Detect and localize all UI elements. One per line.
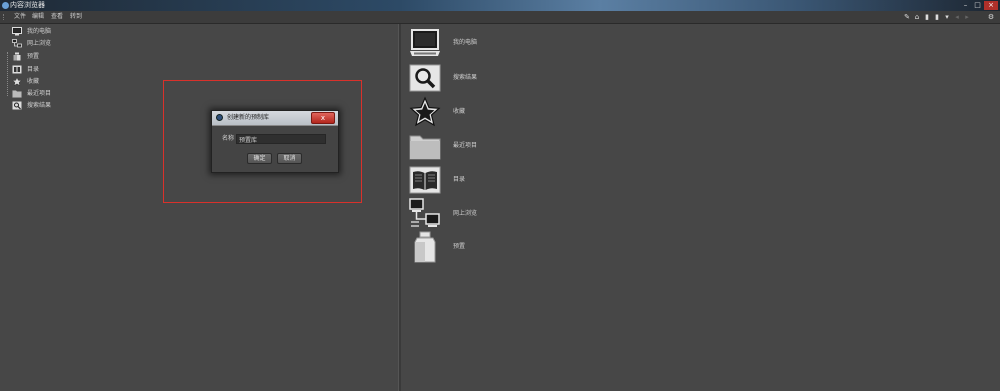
dialog-close-button[interactable]: x [311,112,335,124]
grid-item-presets[interactable]: 预置 [409,231,609,263]
grid-item-network[interactable]: 网上浏览 [409,198,609,230]
name-input[interactable] [236,134,326,144]
network-icon [12,39,22,48]
tree-item-label: 预置 [27,53,40,60]
view-mode-icon[interactable]: ▮ [923,13,931,21]
menu-file[interactable]: 文件 [14,11,26,23]
close-icon[interactable]: × [984,1,998,10]
edit-tool-icon[interactable]: ✎ [903,13,911,21]
grid-item-label: 网上浏览 [453,210,478,217]
back-icon[interactable]: ◂ [953,13,961,21]
menu-edit[interactable]: 编辑 [32,11,44,23]
tree-item-label: 收藏 [27,78,40,85]
cancel-button[interactable]: 取消 [277,153,302,164]
grid-item-label: 最近项目 [453,142,478,149]
minimize-icon[interactable]: – [961,1,970,10]
tree-item-recent[interactable]: 最近项目 [6,88,86,99]
network-icon [409,198,440,227]
grid-item-label: 目录 [453,176,466,183]
settings-gear-icon[interactable]: ⚙ [987,13,995,21]
grid-item-favorites[interactable]: 收藏 [409,96,609,128]
app-icon [2,2,9,9]
window-title-bar: 内容浏览器 – □ × [0,0,1000,11]
tree-item-search-results[interactable]: 搜索结果 [6,100,86,111]
menu-bar: 文件 编辑 查看 转到 ✎ ⌂ ▮ ▮ ▾ ◂ ▸ ⚙ [0,11,1000,24]
menu-view[interactable]: 查看 [51,11,63,23]
dialog-title-bar[interactable]: 创建新的预制库 x [212,111,338,126]
tree-item-my-computer[interactable]: 我的电脑 [6,26,86,37]
grid-item-catalog[interactable]: 目录 [409,164,609,196]
window-title: 内容浏览器 [10,1,45,9]
star-icon [12,77,22,86]
star-icon [409,96,441,127]
tree-item-favorites[interactable]: 收藏 [6,76,86,87]
folder-icon [409,135,441,160]
grid-item-label: 预置 [453,243,466,250]
chevron-down-icon[interactable]: ▾ [943,13,951,21]
menu-goto[interactable]: 转到 [70,11,82,23]
maximize-icon[interactable]: □ [973,1,982,10]
grid-item-label: 我的电脑 [453,39,478,46]
view-toggle-icon[interactable]: ▮ [933,13,941,21]
tree-item-label: 搜索结果 [27,102,52,109]
tree-item-label: 目录 [27,66,40,73]
tree-item-label: 最近项目 [27,90,52,97]
computer-icon [410,29,440,56]
menu-grip-handle[interactable] [3,14,8,20]
home-icon[interactable]: ⌂ [913,13,921,21]
content-grid-panel: 我的电脑 搜索结果 收藏 最近项目 目录 网上浏览 预置 [401,24,1000,391]
grid-item-label: 收藏 [453,108,466,115]
preset-jar-icon [414,231,436,263]
dialog-app-icon [216,114,223,121]
create-library-dialog: 创建新的预制库 x 名称 确定 取消 [211,110,339,173]
folder-icon [12,90,22,98]
tree-item-presets[interactable]: 预置 [6,51,86,62]
forward-icon[interactable]: ▸ [963,13,971,21]
tree-item-label: 我的电脑 [27,28,52,35]
computer-icon [12,27,22,36]
preset-jar-icon [13,52,21,61]
search-icon [409,64,441,92]
ok-button[interactable]: 确定 [247,153,272,164]
tree-item-label: 网上浏览 [27,40,52,47]
grid-item-recent[interactable]: 最近项目 [409,130,609,162]
grid-item-search-results[interactable]: 搜索结果 [409,62,609,94]
catalog-icon [12,65,22,74]
catalog-icon [409,166,441,194]
grid-item-label: 搜索结果 [453,74,478,81]
dialog-title: 创建新的预制库 [227,114,270,121]
grid-item-my-computer[interactable]: 我的电脑 [409,27,609,59]
tree-item-catalog[interactable]: 目录 [6,64,86,75]
tree-item-network[interactable]: 网上浏览 [6,38,86,49]
name-label: 名称 [222,135,235,142]
search-icon [12,101,22,110]
